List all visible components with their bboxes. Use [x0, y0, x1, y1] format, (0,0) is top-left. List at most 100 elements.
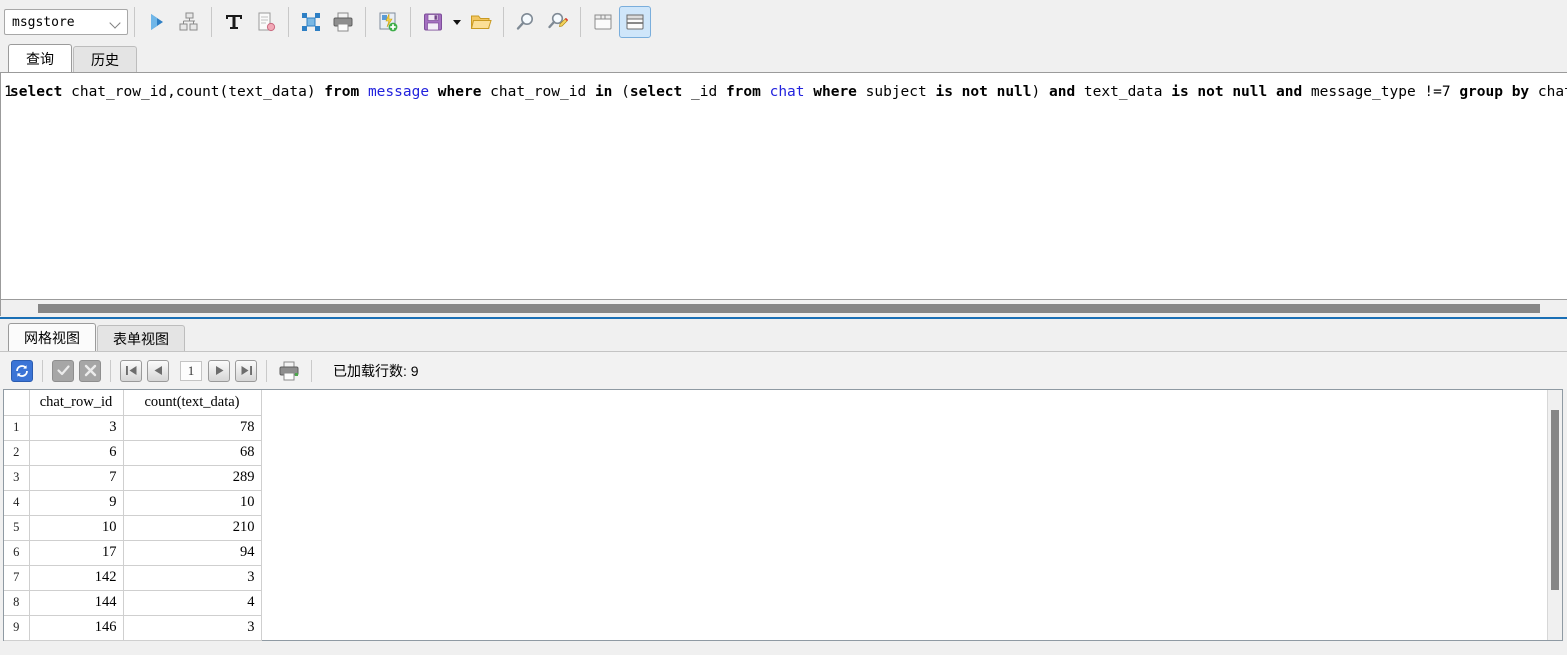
- table-row[interactable]: 1 3 78: [4, 415, 262, 441]
- page-number-input[interactable]: 1: [180, 360, 202, 381]
- toolbar-separator: [134, 7, 135, 37]
- table-row[interactable]: 2 6 68: [4, 440, 262, 466]
- table-row[interactable]: 7 142 3: [4, 565, 262, 591]
- open-file-button[interactable]: [465, 6, 497, 38]
- table-header-row: chat_row_id count(text_data): [4, 390, 262, 416]
- cell-chat-row-id[interactable]: 17: [29, 540, 124, 566]
- row-number-cell[interactable]: 4: [4, 490, 30, 516]
- find-replace-button[interactable]: [542, 6, 574, 38]
- arrow-last-icon: [239, 363, 254, 378]
- cell-count[interactable]: 78: [123, 415, 262, 441]
- tab-grid-view[interactable]: 网格视图: [8, 323, 96, 351]
- sql-token: in: [594, 84, 613, 100]
- export-wizard-button[interactable]: [372, 6, 404, 38]
- format-text-button[interactable]: [218, 6, 250, 38]
- sql-token: chat_row_id;: [1537, 84, 1567, 100]
- execute-query-button[interactable]: [141, 6, 173, 38]
- folder-open-icon: [470, 11, 492, 33]
- table-row[interactable]: 4 9 10: [4, 490, 262, 516]
- chevron-down-icon: [110, 16, 123, 29]
- tab-query-label: 查询: [26, 50, 54, 67]
- cell-count[interactable]: 4: [123, 590, 262, 616]
- row-number-cell[interactable]: 8: [4, 590, 30, 616]
- table-row[interactable]: 6 17 94: [4, 540, 262, 566]
- cell-count[interactable]: 3: [123, 565, 262, 591]
- prev-page-button[interactable]: [147, 359, 169, 382]
- toggle-split-view-button[interactable]: [619, 6, 651, 38]
- rows-loaded-label: 已加载行数: 9: [333, 362, 419, 379]
- cell-chat-row-id[interactable]: 6: [29, 440, 124, 466]
- cell-chat-row-id[interactable]: 146: [29, 615, 124, 641]
- table-row[interactable]: 5 10 210: [4, 515, 262, 541]
- hierarchy-icon: [178, 11, 200, 33]
- cell-chat-row-id[interactable]: 142: [29, 565, 124, 591]
- result-tab-bar: 网格视图 表单视图: [0, 323, 1567, 351]
- row-number-cell[interactable]: 3: [4, 465, 30, 491]
- editor-tab-bar: 查询 历史: [0, 44, 1567, 72]
- commit-button[interactable]: [52, 359, 74, 382]
- grid-vscrollbar[interactable]: [1547, 390, 1562, 640]
- print-results-button[interactable]: [276, 358, 302, 384]
- tab-query[interactable]: 查询: [8, 44, 72, 72]
- tab-form-view[interactable]: 表单视图: [97, 325, 185, 351]
- expand-all-button[interactable]: [295, 6, 327, 38]
- row-number-cell[interactable]: 1: [4, 415, 30, 441]
- first-page-button[interactable]: [120, 359, 142, 382]
- database-select[interactable]: msgstore: [4, 9, 128, 35]
- save-dropdown-button[interactable]: [449, 6, 465, 38]
- sql-token: chat_row_id: [481, 84, 595, 100]
- tab-form-view-label: 表单视图: [113, 330, 169, 347]
- cell-count[interactable]: 68: [123, 440, 262, 466]
- cell-count[interactable]: 289: [123, 465, 262, 491]
- toolbar-separator: [503, 7, 504, 37]
- result-toolbar-separator: [42, 359, 43, 382]
- cell-chat-row-id[interactable]: 144: [29, 590, 124, 616]
- grid-vscrollbar-thumb[interactable]: [1551, 410, 1559, 590]
- edit-script-button[interactable]: [250, 6, 282, 38]
- panel-divider: [0, 317, 1567, 319]
- sql-token: is not null: [935, 84, 1032, 100]
- check-icon: [56, 363, 71, 378]
- cell-chat-row-id[interactable]: 3: [29, 415, 124, 441]
- next-page-button[interactable]: [208, 359, 230, 382]
- result-table[interactable]: chat_row_id count(text_data) 1 3 78 2 6 68 3 7 2…: [4, 390, 262, 641]
- sql-query-text[interactable]: select chat_row_id,count(text_data) from…: [10, 83, 1567, 101]
- print-query-button[interactable]: [327, 6, 359, 38]
- row-number-cell[interactable]: 9: [4, 615, 30, 641]
- database-select-value: msgstore: [12, 14, 75, 30]
- cell-chat-row-id[interactable]: 10: [29, 515, 124, 541]
- expand-grid-icon: [300, 11, 322, 33]
- result-grid[interactable]: chat_row_id count(text_data) 1 3 78 2 6 68 3 7 2…: [3, 389, 1563, 641]
- table-row[interactable]: 3 7 289: [4, 465, 262, 491]
- row-number-cell[interactable]: 2: [4, 440, 30, 466]
- refresh-button[interactable]: [11, 359, 33, 382]
- table-row[interactable]: 8 144 4: [4, 590, 262, 616]
- cell-chat-row-id[interactable]: 7: [29, 465, 124, 491]
- explain-query-button[interactable]: [173, 6, 205, 38]
- column-header-chat-row-id[interactable]: chat_row_id: [29, 390, 124, 416]
- cell-count[interactable]: 210: [123, 515, 262, 541]
- row-number-cell[interactable]: 7: [4, 565, 30, 591]
- rollback-button[interactable]: [79, 359, 101, 382]
- cell-count[interactable]: 94: [123, 540, 262, 566]
- toggle-panel-button[interactable]: [587, 6, 619, 38]
- find-button[interactable]: [510, 6, 542, 38]
- table-row[interactable]: 9 146 3: [4, 615, 262, 641]
- save-button[interactable]: [417, 6, 449, 38]
- toolbar-separator: [580, 7, 581, 37]
- cell-count[interactable]: 3: [123, 615, 262, 641]
- row-number-cell[interactable]: 5: [4, 515, 30, 541]
- column-header-count[interactable]: count(text_data): [123, 390, 262, 416]
- sql-token: chat: [769, 84, 805, 100]
- row-number-cell[interactable]: 6: [4, 540, 30, 566]
- sql-token: from: [324, 84, 360, 100]
- cell-chat-row-id[interactable]: 9: [29, 490, 124, 516]
- last-page-button[interactable]: [235, 359, 257, 382]
- cell-count[interactable]: 10: [123, 490, 262, 516]
- editor-hscrollbar-track[interactable]: [3, 301, 1566, 315]
- tab-history[interactable]: 历史: [73, 46, 137, 72]
- editor-hscrollbar[interactable]: [0, 300, 1567, 316]
- editor-hscrollbar-thumb[interactable]: [38, 304, 1540, 313]
- sql-editor[interactable]: 1 select chat_row_id,count(text_data) fr…: [0, 72, 1567, 300]
